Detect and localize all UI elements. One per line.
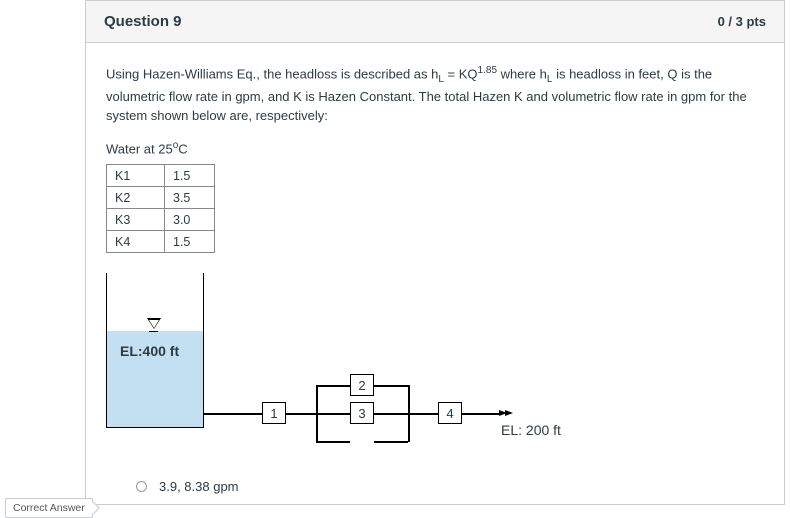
component-box-4: 4 xyxy=(438,402,462,424)
water-temp-label: Water at 25oC xyxy=(106,140,764,156)
table-row: K2 3.5 xyxy=(107,187,215,209)
stem-text: Using Hazen-Williams Eq., the headloss i… xyxy=(106,66,438,81)
table-row: K3 3.0 xyxy=(107,209,215,231)
question-stem: Using Hazen-Williams Eq., the headloss i… xyxy=(106,63,764,126)
answer-option[interactable]: 3.9, 8.38 gpm xyxy=(106,471,764,494)
stem-text: where h xyxy=(497,66,547,81)
system-diagram: EL:400 ft 1 2 3 4 EL: 200 ft xyxy=(106,273,626,453)
answer-text: 3.9, 8.38 gpm xyxy=(159,479,239,494)
water-post: C xyxy=(178,141,187,156)
v-cell: 1.5 xyxy=(165,165,215,187)
pipe xyxy=(462,413,502,415)
pipe xyxy=(316,413,350,415)
k-cell: K2 xyxy=(107,187,165,209)
k-cell: K4 xyxy=(107,231,165,253)
outlet-elevation-label: EL: 200 ft xyxy=(501,422,561,438)
component-box-3: 3 xyxy=(350,402,374,424)
stem-sup: 1.85 xyxy=(478,65,497,76)
pipe xyxy=(374,385,408,387)
k-cell: K3 xyxy=(107,209,165,231)
tank-elevation-label: EL:400 ft xyxy=(120,343,179,359)
question-body: Using Hazen-Williams Eq., the headloss i… xyxy=(86,43,784,504)
pipe xyxy=(316,441,350,443)
question-title: Question 9 xyxy=(104,13,182,30)
tank: EL:400 ft xyxy=(106,273,204,428)
table-row: K4 1.5 xyxy=(107,231,215,253)
pipe xyxy=(374,441,408,443)
stem-text: = KQ xyxy=(444,66,478,81)
v-cell: 1.5 xyxy=(165,231,215,253)
flow-arrow-icon xyxy=(505,410,513,416)
badge-text: Correct Answer xyxy=(13,502,85,514)
question-points: 0 / 3 pts xyxy=(718,14,766,29)
component-box-2: 2 xyxy=(350,374,374,396)
pipe xyxy=(204,413,262,415)
pipe xyxy=(374,413,408,415)
pipe xyxy=(316,385,350,387)
k-cell: K1 xyxy=(107,165,165,187)
question-card: Question 9 0 / 3 pts Using Hazen-William… xyxy=(85,0,785,505)
surface-tick xyxy=(149,331,158,332)
pipe xyxy=(286,413,316,415)
radio-icon xyxy=(136,481,147,492)
v-cell: 3.5 xyxy=(165,187,215,209)
water-pre: Water at 25 xyxy=(106,141,173,156)
component-box-1: 1 xyxy=(262,402,286,424)
k-table: K1 1.5 K2 3.5 K3 3.0 K4 1.5 xyxy=(106,164,215,253)
v-cell: 3.0 xyxy=(165,209,215,231)
table-row: K1 1.5 xyxy=(107,165,215,187)
pipe xyxy=(408,413,438,415)
question-header: Question 9 0 / 3 pts xyxy=(86,1,784,43)
correct-answer-badge: Correct Answer xyxy=(5,498,93,518)
water-surface-icon xyxy=(147,318,161,329)
